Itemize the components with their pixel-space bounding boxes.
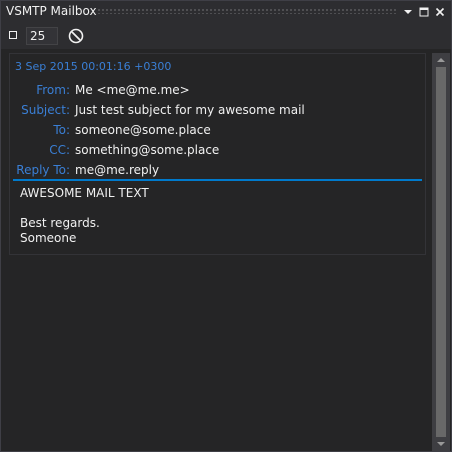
mail-list: 3 Sep 2015 00:01:16 +0300 From: Me <me@m… (1, 49, 431, 451)
mailbox-window: VSMTP Mailbox 25 3 Sep 2015 00:01:16 +03… (0, 0, 452, 452)
body-blank-line (20, 201, 415, 216)
dropdown-arrow-icon (404, 10, 412, 14)
header-row-subject: Subject: Just test subject for my awesom… (10, 103, 420, 123)
stop-icon[interactable] (9, 31, 17, 39)
to-label: To: (53, 123, 70, 137)
from-value: Me <me@me.me> (75, 83, 190, 97)
mail-count-input[interactable] (26, 27, 58, 45)
maximize-icon (419, 7, 429, 17)
mail-date: 3 Sep 2015 00:01:16 +0300 (15, 60, 172, 73)
mail-body[interactable]: AWESOME MAIL TEXT Best regards. Someone (20, 186, 415, 246)
from-label: From: (36, 83, 70, 97)
title-bar[interactable]: VSMTP Mailbox (1, 1, 451, 23)
maximize-button[interactable] (417, 5, 431, 19)
scroll-down-button[interactable] (432, 437, 450, 451)
mail-item[interactable]: 3 Sep 2015 00:01:16 +0300 From: Me <me@m… (9, 53, 426, 255)
cc-label: CC: (49, 143, 70, 157)
scroll-up-button[interactable] (432, 53, 450, 67)
toolbar (1, 23, 451, 49)
scroll-up-icon (437, 58, 445, 62)
clear-button[interactable] (67, 27, 85, 45)
reply-to-value: me@me.reply (75, 163, 160, 177)
window-title: VSMTP Mailbox (6, 4, 97, 18)
window-position-button[interactable] (401, 5, 415, 19)
clear-icon (68, 28, 84, 44)
scroll-down-icon (437, 442, 445, 446)
header-body-separator (13, 179, 422, 181)
subject-label: Subject: (21, 103, 70, 117)
vertical-scrollbar[interactable] (432, 53, 450, 451)
header-row-from: From: Me <me@me.me> (10, 83, 420, 103)
close-button[interactable] (433, 5, 447, 19)
scrollbar-thumb[interactable] (436, 67, 446, 437)
close-icon (435, 7, 445, 17)
to-value: someone@some.place (75, 123, 211, 137)
body-line: AWESOME MAIL TEXT (20, 186, 149, 200)
cc-value: something@some.place (75, 143, 220, 157)
subject-value: Just test subject for my awesome mail (75, 103, 305, 117)
reply-to-label: Reply To: (16, 163, 70, 177)
title-bar-grip[interactable] (97, 8, 397, 14)
body-line: Someone (20, 231, 77, 245)
header-row-cc: CC: something@some.place (10, 143, 420, 163)
body-line: Best regards. (20, 216, 100, 230)
header-row-to: To: someone@some.place (10, 123, 420, 143)
